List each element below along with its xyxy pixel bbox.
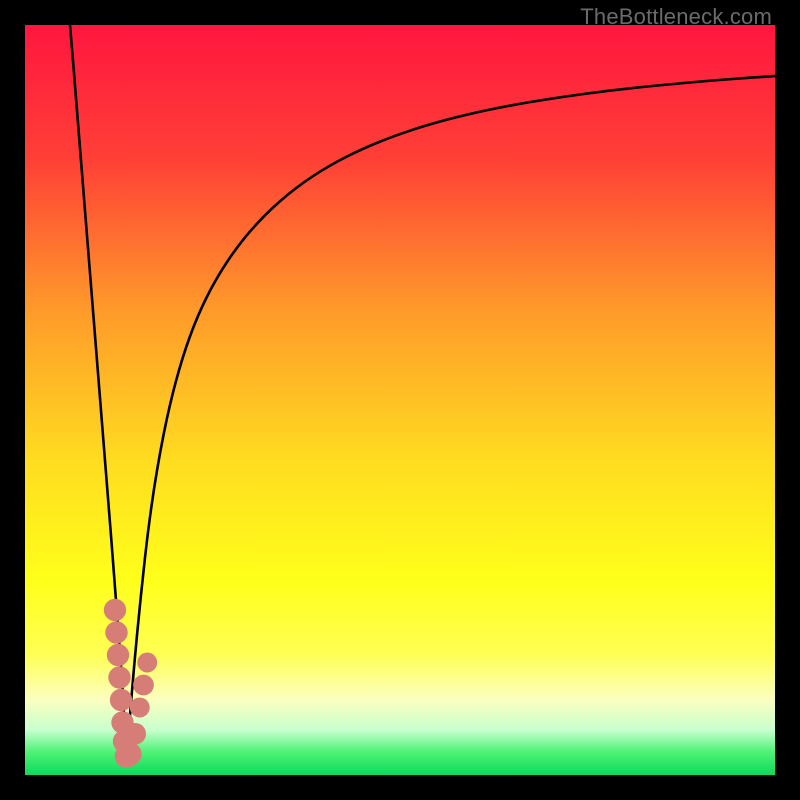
marker-dot [130, 698, 150, 718]
data-markers [104, 599, 157, 768]
bottleneck-curve [70, 25, 775, 760]
marker-dot [110, 689, 132, 711]
watermark-text: TheBottleneck.com [580, 4, 772, 30]
marker-dot [107, 644, 129, 666]
chart-frame: TheBottleneck.com [0, 0, 800, 800]
marker-dot [108, 666, 130, 688]
curve-right-branch [126, 76, 775, 760]
plot-area [25, 25, 775, 775]
marker-dot [105, 621, 127, 643]
marker-dot [133, 675, 154, 696]
marker-dot [137, 653, 157, 673]
marker-dot [104, 599, 126, 621]
marker-dot [124, 723, 146, 745]
curves-layer [25, 25, 775, 775]
marker-dot [118, 742, 141, 765]
